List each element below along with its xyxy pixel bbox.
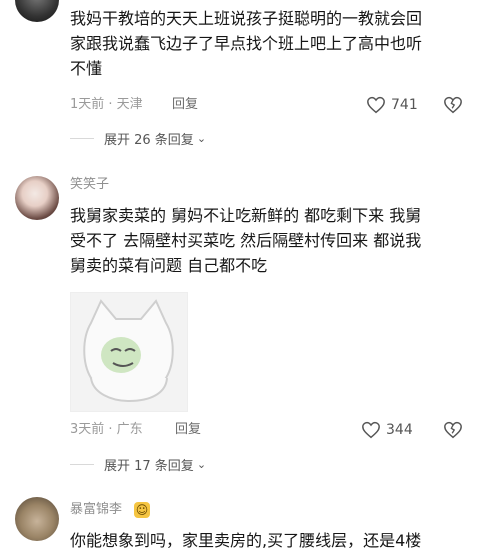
- reply-button[interactable]: 回复: [172, 96, 198, 114]
- heart-outline-icon: [362, 421, 380, 439]
- like-button[interactable]: 344: [361, 421, 413, 439]
- comment-meta: 3天前 · 广东: [70, 422, 143, 437]
- expand-replies-button[interactable]: 展开 26 条回复 ⌄: [70, 129, 206, 148]
- comment-text-line: 舅卖的菜有问题 自己都不吃: [70, 256, 268, 275]
- reply-button[interactable]: 回复: [175, 421, 201, 439]
- chevron-down-icon: ⌄: [196, 458, 207, 471]
- expand-replies-button[interactable]: 展开 17 条回复 ⌄: [70, 455, 206, 474]
- like-count: 741: [391, 97, 418, 113]
- emoji-cat-icon: ☺: [134, 502, 150, 518]
- cat-sticker-icon: [71, 293, 187, 411]
- comment-text-line: 不懂: [70, 59, 103, 78]
- like-button[interactable]: 741: [366, 96, 418, 114]
- expand-label: 展开 26 条回复: [104, 133, 194, 148]
- comment-text-line: 我舅家卖菜的 舅妈不让吃新鲜的 都吃剩下来 我舅: [70, 206, 422, 225]
- comment-text-line: 受不了 去隔壁村买菜吃 然后隔壁村传回来 都说我: [70, 231, 422, 250]
- comment-text-line: 我妈干教培的天天上班说孩子挺聪明的一教就会回: [70, 9, 423, 28]
- comment-text: 我舅家卖菜的 舅妈不让吃新鲜的 都吃剩下来 我舅 受不了 去隔壁村买菜吃 然后隔…: [70, 203, 470, 278]
- comment-text-line: 家跟我说蠢飞边子了早点找个班上吧上了高中也听: [70, 34, 423, 53]
- username[interactable]: 暴富锦李: [70, 501, 122, 519]
- broken-heart-icon[interactable]: [443, 421, 463, 439]
- comment-text: 你能想象到吗，家里卖房的,买了腰线层，还是4楼: [70, 528, 470, 553]
- broken-heart-icon[interactable]: [443, 96, 463, 114]
- comment-text-line: 你能想象到吗，家里卖房的,买了腰线层，还是4楼: [70, 531, 422, 550]
- divider: [70, 138, 94, 139]
- avatar[interactable]: [15, 0, 59, 22]
- heart-outline-icon: [367, 96, 385, 114]
- avatar[interactable]: [15, 176, 59, 220]
- divider: [70, 464, 94, 465]
- username[interactable]: 笑笑子: [70, 176, 109, 194]
- expand-label: 展开 17 条回复: [104, 459, 194, 474]
- like-count: 344: [386, 422, 413, 438]
- avatar[interactable]: [15, 497, 59, 541]
- comment-text: 我妈干教培的天天上班说孩子挺聪明的一教就会回 家跟我说蠢飞边子了早点找个班上吧上…: [70, 6, 470, 81]
- chevron-down-icon: ⌄: [196, 132, 207, 145]
- comment-meta: 1天前 · 天津: [70, 97, 143, 112]
- sticker-image[interactable]: [70, 292, 188, 412]
